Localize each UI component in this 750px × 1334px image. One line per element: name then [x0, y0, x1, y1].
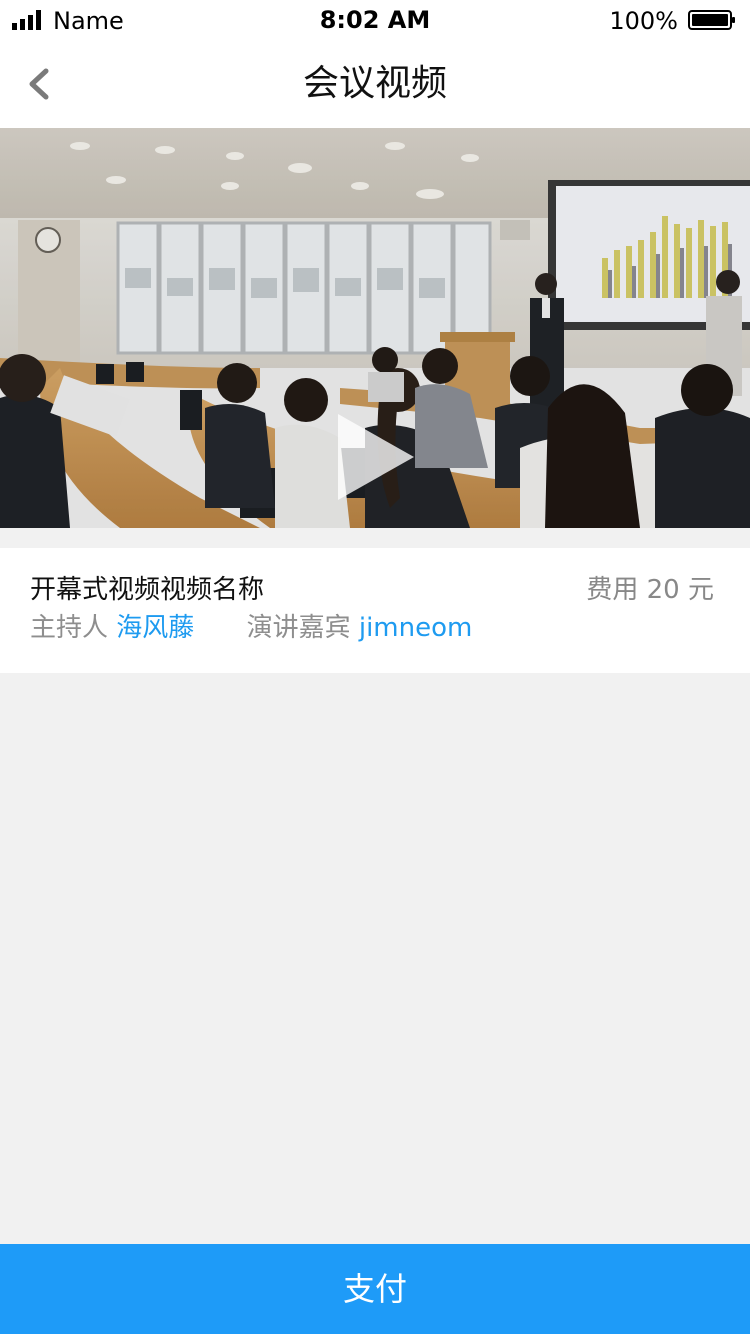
carrier-name: Name — [53, 7, 124, 35]
host-name[interactable]: 海风藤 — [116, 613, 194, 643]
fee-label: 费用 — [586, 575, 639, 605]
fee: 费用 20 元 — [586, 570, 714, 610]
page-title: 会议视频 — [302, 63, 447, 104]
speaker-group: 演讲嘉宾 jimneom — [247, 613, 473, 643]
speaker-label: 演讲嘉宾 — [246, 613, 351, 643]
navigation-bar: 会议视频 — [0, 40, 750, 129]
fee-amount: 20 — [646, 575, 680, 605]
play-icon[interactable] — [336, 412, 416, 502]
status-bar: Name 8:02 AM 100% — [0, 0, 750, 40]
video-info-card: 开幕式视频视频名称 费用 20 元 主持人 海风藤 演讲嘉宾 jimneom — [0, 548, 750, 673]
signal-strength-icon — [12, 10, 41, 30]
video-player[interactable] — [0, 128, 750, 528]
pay-button[interactable]: 支付 — [0, 1244, 750, 1334]
battery-percent: 100% — [609, 7, 678, 35]
video-name: 开幕式视频视频名称 — [30, 575, 265, 605]
host-label: 主持人 — [30, 613, 109, 643]
battery-icon — [688, 10, 735, 30]
back-button[interactable] — [20, 60, 60, 108]
chevron-left-icon — [29, 68, 49, 100]
fee-unit: 元 — [687, 575, 714, 605]
speaker-name[interactable]: jimneom — [359, 613, 472, 643]
people-row: 主持人 海风藤 演讲嘉宾 jimneom — [30, 608, 472, 648]
